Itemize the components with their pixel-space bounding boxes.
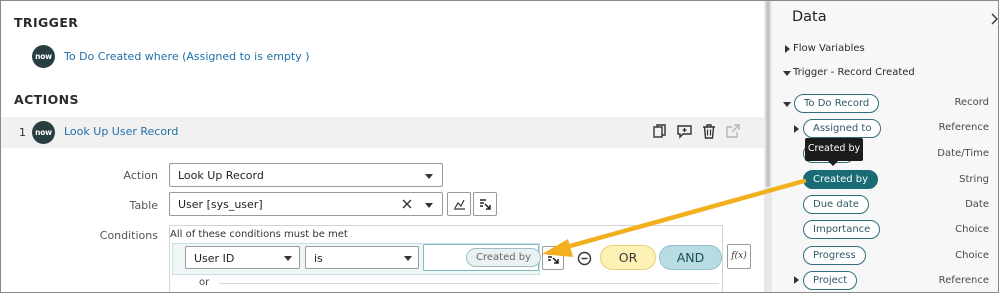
trigger-description-link[interactable]: To Do Created where (Assigned to is empt… [64, 50, 310, 63]
or-separator-line [219, 283, 719, 284]
or-button[interactable]: OR [600, 245, 656, 270]
flow-designer-window: TRIGGER now To Do Created where (Assigne… [0, 0, 999, 293]
project-pill[interactable]: Project [803, 271, 858, 290]
action-field-label: Action [123, 169, 158, 182]
condition-field-select[interactable]: User ID [185, 246, 300, 269]
and-button[interactable]: AND [659, 245, 722, 270]
conditions-field-label: Conditions [99, 229, 158, 242]
table-select[interactable]: User [sys_user] [169, 192, 443, 216]
expand-triangle-icon[interactable] [794, 125, 799, 133]
condition-operator-value: is [314, 252, 323, 265]
data-pill-picker-icon [548, 253, 559, 264]
action-select-value: Look Up Record [178, 169, 264, 182]
type-label: Reference [938, 122, 989, 133]
chevron-down-icon [425, 174, 433, 179]
comment-icon[interactable] [677, 124, 692, 139]
due-date-pill[interactable]: Due date [803, 195, 869, 214]
data-pill-picker-icon [480, 199, 491, 210]
type-label: Date/Time [937, 148, 989, 159]
or-separator-label: or [199, 277, 210, 288]
chevron-right-icon[interactable] [990, 13, 998, 25]
condition-field-value: User ID [194, 252, 235, 265]
trigger-heading: TRIGGER [14, 15, 79, 30]
chart-icon [454, 199, 465, 210]
conditions-title: All of these conditions must be met [170, 229, 348, 240]
collapse-triangle-icon[interactable] [783, 71, 791, 76]
actions-heading: ACTIONS [14, 92, 79, 107]
created-by-pill[interactable]: Created by [803, 170, 879, 189]
action-number: 1 [19, 126, 26, 139]
assigned-to-pill[interactable]: Assigned to [803, 119, 882, 138]
type-label: Choice [955, 250, 989, 261]
chevron-down-icon [284, 256, 292, 261]
copy-icon[interactable] [653, 124, 667, 139]
type-label: Date [965, 199, 989, 210]
to-do-record-pill[interactable]: To Do Record [794, 94, 880, 113]
trash-icon[interactable] [702, 124, 716, 139]
importance-pill[interactable]: Importance [803, 220, 881, 239]
action-title-link[interactable]: Look Up User Record [64, 125, 178, 138]
action-row[interactable]: 1 now Look Up User Record [1, 117, 764, 148]
condition-data-pill-picker-button[interactable] [542, 246, 564, 270]
clear-icon[interactable] [402, 199, 412, 209]
table-preview-button[interactable] [447, 192, 471, 216]
now-logo-icon: now [32, 121, 55, 144]
table-select-value: User [sys_user] [178, 198, 263, 211]
created-by-tooltip: Created by [805, 138, 863, 161]
flow-variables-section[interactable]: Flow Variables [793, 43, 865, 54]
created-by-data-pill-preview[interactable]: Created by [466, 248, 542, 267]
now-logo-icon: now [32, 45, 55, 68]
type-label: Reference [938, 275, 989, 286]
formula-button[interactable]: f(x) [727, 244, 751, 269]
table-field-label: Table [129, 199, 158, 212]
collapse-triangle-icon[interactable] [783, 102, 791, 107]
flow-editor-panel: TRIGGER now To Do Created where (Assigne… [1, 1, 764, 292]
condition-value-input[interactable]: Created by [423, 244, 542, 271]
data-panel-title: Data [792, 9, 827, 25]
action-select[interactable]: Look Up Record [169, 163, 443, 187]
open-external-icon[interactable] [726, 124, 740, 139]
remove-condition-icon[interactable] [577, 251, 592, 266]
chevron-down-icon [404, 256, 412, 261]
expand-triangle-icon[interactable] [785, 45, 790, 53]
scrollbar-thumb[interactable] [766, 1, 770, 187]
type-label: Choice [955, 224, 989, 235]
progress-pill[interactable]: Progress [803, 246, 866, 265]
condition-operator-select[interactable]: is [305, 246, 419, 269]
chevron-down-icon [425, 203, 433, 208]
tooltip-tail [828, 161, 838, 166]
trigger-record-section[interactable]: Trigger - Record Created [793, 67, 915, 78]
type-label: String [959, 174, 989, 185]
type-label: Record [954, 97, 989, 108]
expand-triangle-icon[interactable] [794, 276, 799, 284]
table-data-pill-picker-button[interactable] [473, 192, 497, 216]
